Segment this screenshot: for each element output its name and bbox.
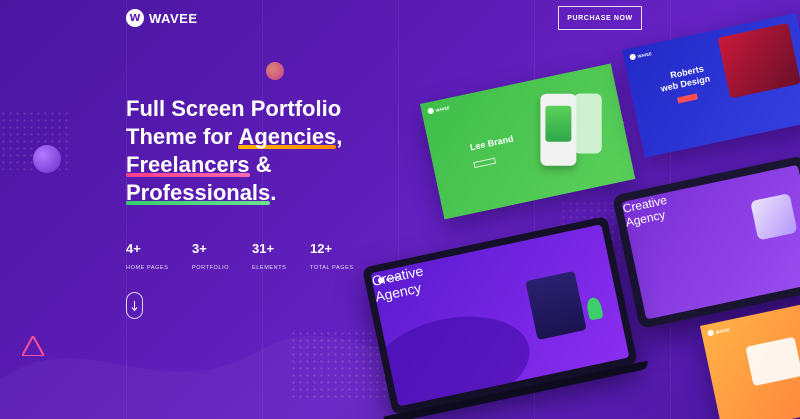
stat-label: HOME PAGES [126, 265, 169, 271]
mini-logo-icon [377, 276, 385, 284]
highlight-professionals: Professionals [126, 179, 271, 207]
stat-elements: 31+ ELEMENTS [252, 241, 310, 271]
arrow-down-icon [131, 300, 138, 311]
headline-line-3: Freelancers & [126, 151, 426, 179]
mini-logo: WAVEE [427, 104, 450, 115]
stat-total-pages: 12+ TOTAL PAGES [310, 241, 370, 271]
phone-graphic [573, 93, 602, 154]
highlight-agencies: Agencies [238, 123, 336, 151]
mockup-button [473, 157, 497, 169]
mockup-button [677, 93, 698, 104]
plant-graphic [585, 296, 604, 321]
illustration-graphic [745, 336, 800, 387]
headline-text: Theme for [126, 124, 239, 149]
stat-label: TOTAL PAGES [310, 265, 354, 271]
stat-portfolio: 3+ PORTFOLIO [192, 241, 252, 271]
stat-number: 3+ [192, 241, 207, 256]
mini-logo-text: WAVEE [637, 50, 652, 59]
mockup-caption: Lee Brand [469, 133, 515, 153]
stat-label: PORTFOLIO [192, 265, 230, 271]
highlight-text: Professionals [126, 180, 271, 205]
highlight-text: Agencies [238, 124, 337, 149]
mini-logo-text: WAVEE [435, 104, 450, 113]
mini-logo-icon [707, 329, 715, 337]
hero-headline: Full Screen Portfolio Theme for Agencies… [126, 95, 426, 207]
headline-line-1: Full Screen Portfolio [126, 96, 342, 121]
mockup-orange: WAVEE [700, 298, 800, 419]
illustration-graphic [750, 193, 798, 241]
stat-label: ELEMENTS [252, 265, 287, 271]
tablet-device: Creative Agency [612, 155, 800, 330]
laptop-device: WAVEE Creative Agency [362, 216, 650, 419]
purchase-now-button[interactable]: PURCHASE NOW [558, 6, 642, 30]
phone-screen [545, 105, 572, 142]
headline-punct: , [336, 124, 343, 149]
scroll-down-button[interactable] [126, 292, 143, 319]
headline-punct: & [249, 152, 272, 177]
wave-shape [0, 335, 420, 419]
highlight-text: Freelancers [126, 152, 250, 177]
laptop-screen-frame: WAVEE Creative Agency [362, 216, 638, 415]
mockup-green-brand: WAVEE Lee Brand [420, 63, 636, 220]
phone-graphic [540, 93, 577, 166]
desk-illustration [525, 270, 587, 341]
decor-orb [33, 145, 61, 173]
vr-person-graphic [717, 22, 800, 99]
mini-logo: WAVEE [629, 50, 652, 61]
mini-logo-icon [629, 53, 637, 61]
stat-number: 31+ [252, 241, 275, 256]
mini-logo-text: WAVEE [715, 326, 730, 335]
stat-number: 4+ [126, 241, 141, 256]
logo-text: WAVEE [149, 10, 198, 26]
mini-logo: WAVEE [707, 326, 730, 337]
decor-orb [266, 62, 284, 80]
highlight-freelancers: Freelancers [126, 151, 250, 179]
headline-line-2: Theme for Agencies, [126, 123, 426, 151]
headline-line-4: Professionals. [126, 179, 426, 207]
logo-icon: W [126, 9, 144, 27]
brand-logo[interactable]: W WAVEE [126, 9, 198, 27]
tablet-screen: Creative Agency [621, 164, 800, 320]
mockup-blue-design: WAVEE Roberts web Design [622, 12, 800, 158]
headline-punct: . [270, 180, 277, 205]
stat-number: 12+ [310, 241, 333, 256]
stat-home-pages: 4+ HOME PAGES [126, 241, 192, 271]
stats-row: 4+ HOME PAGES 3+ PORTFOLIO 31+ ELEMENTS … [126, 241, 370, 271]
mini-logo-icon [427, 107, 435, 115]
